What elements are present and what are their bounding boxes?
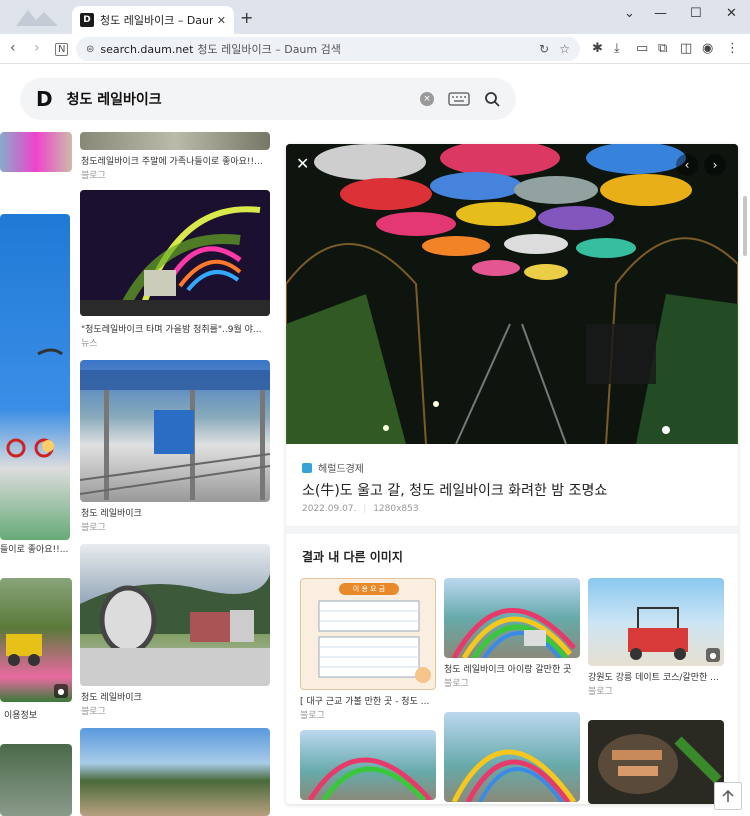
forward-icon[interactable]: › — [34, 40, 40, 56]
tab-bar: D 청도 레일바이크 – Daum 검색 ✕ + ⌄ — ☐ ✕ — [0, 0, 750, 34]
detail-title[interactable]: 소(牛)도 울고 갈, 청도 레일바이크 화려한 밤 조명쇼 — [302, 480, 607, 500]
image-caption[interactable]: 청도 레일바이크 — [81, 690, 271, 703]
detail-size: 1280x853 — [373, 504, 419, 514]
related-heading: 결과 내 다른 이미지 — [302, 550, 403, 564]
related-thumbnail[interactable]: ● — [588, 578, 724, 666]
image-caption[interactable]: 청도레일바이크 주말에 가족나들이로 좋아요!!... — [81, 154, 271, 167]
reload-icon[interactable]: ↻ — [539, 42, 549, 56]
image-thumbnail[interactable]: ● — [0, 578, 72, 702]
search-input[interactable]: 청도 레일바이크 — [67, 89, 406, 109]
daum-favicon-icon: D — [80, 13, 94, 27]
profile-icon[interactable]: ◉ — [702, 41, 713, 56]
address-bar: ‹ › N ⊜ search.daum.net 청도 레일바이크 – Daum … — [0, 34, 750, 64]
detail-date: 2022.09.07. — [302, 504, 357, 514]
screenshot-icon[interactable]: ⧉ — [658, 41, 667, 56]
image-caption[interactable]: "청도레일바이크 타며 가을밤 청취를"..9월 야... — [81, 322, 271, 335]
video-icon[interactable]: ▭ — [636, 41, 648, 56]
image-source: 블로그 — [81, 171, 106, 181]
next-image-button[interactable]: › — [704, 154, 726, 176]
arrow-up-icon — [722, 789, 734, 802]
search-bar[interactable]: D 청도 레일바이크 × — [20, 78, 516, 120]
extensions-icon[interactable]: ✱ — [592, 41, 603, 56]
download-icon[interactable]: ⤓ — [614, 41, 620, 56]
source-logo-icon — [302, 462, 312, 473]
url-rest: 청도 레일바이크 – Daum 검색 — [197, 43, 341, 56]
reader-icon[interactable]: N — [55, 43, 69, 56]
image-caption[interactable]: 들이로 좋아요!!... — [0, 542, 72, 555]
close-window-button[interactable]: ✕ — [726, 6, 737, 21]
url-field[interactable]: ⊜ search.daum.net 청도 레일바이크 – Daum 검색 ↻ ☆ — [76, 37, 580, 61]
map-pin-icon: ● — [706, 648, 720, 662]
new-tab-button[interactable]: + — [240, 8, 253, 27]
image-thumbnail[interactable] — [80, 132, 270, 150]
image-source: 뉴스 — [81, 339, 98, 349]
bookmark-star-icon[interactable]: ☆ — [559, 42, 570, 56]
divider — [286, 526, 738, 534]
tab-search-icon[interactable]: ⌄ — [624, 6, 635, 21]
search-icon[interactable] — [484, 91, 500, 107]
image-source: 블로그 — [81, 523, 106, 533]
related-source: 블로그 — [444, 679, 469, 689]
related-caption[interactable]: [ 대구 근교 가볼 만한 곳 - 청도 ... — [300, 694, 436, 707]
prev-image-button[interactable]: ‹ — [676, 154, 698, 176]
maximize-button[interactable]: ☐ — [690, 6, 702, 21]
tab-decoration-icon — [16, 10, 58, 26]
clear-icon[interactable]: × — [420, 92, 434, 106]
image-thumbnail[interactable] — [80, 544, 270, 686]
menu-icon[interactable]: ⋮ — [726, 41, 739, 56]
image-thumbnail[interactable] — [80, 190, 270, 316]
tab-close-icon[interactable]: ✕ — [217, 14, 226, 27]
image-thumbnail[interactable] — [80, 360, 270, 502]
related-caption[interactable]: 청도 레일바이크 아이랑 갈만한 곳 — [444, 662, 580, 675]
related-thumbnail[interactable] — [300, 730, 436, 800]
results-area: 들이로 좋아요!!... ● 이용정보 청도레일바이크 주말에 가족나들이로 좋… — [0, 132, 750, 816]
related-thumbnail[interactable] — [444, 578, 580, 658]
close-detail-icon[interactable]: ✕ — [296, 154, 309, 173]
sidebar-icon[interactable]: ◫ — [680, 41, 692, 56]
image-thumbnail[interactable] — [0, 132, 72, 172]
image-detail-panel: ✕ ‹ › 헤럴드경제 소(牛)도 울고 갈, 청도 레일바이크 화려한 밤 조… — [286, 144, 738, 804]
image-thumbnail[interactable] — [80, 728, 270, 816]
related-caption[interactable]: 강원도 강릉 데이트 코스/갈만한 ... — [588, 670, 724, 683]
detail-main-image[interactable]: ✕ ‹ › — [286, 144, 738, 444]
image-thumbnail[interactable] — [0, 744, 72, 816]
detail-source-name: 헤럴드경제 — [318, 464, 364, 475]
detail-source[interactable]: 헤럴드경제 — [302, 460, 364, 475]
related-source: 블로그 — [300, 711, 325, 721]
related-thumbnail[interactable] — [444, 712, 580, 802]
daum-logo[interactable]: D — [36, 87, 53, 111]
related-thumbnail[interactable] — [588, 720, 724, 804]
back-icon[interactable]: ‹ — [10, 40, 16, 56]
map-pin-icon: ● — [54, 684, 68, 698]
scroll-to-top-button[interactable] — [714, 782, 742, 810]
keyboard-icon[interactable] — [448, 92, 470, 106]
site-info-icon[interactable]: ⊜ — [86, 44, 94, 55]
scrollbar-thumb[interactable] — [743, 196, 747, 256]
image-caption[interactable]: 청도 레일바이크 — [81, 506, 271, 519]
tab-active[interactable]: D 청도 레일바이크 – Daum 검색 ✕ — [72, 6, 234, 34]
related-source: 블로그 — [588, 687, 613, 697]
image-thumbnail[interactable] — [0, 214, 70, 540]
url-host: search.daum.net — [100, 42, 194, 56]
image-source: 블로그 — [81, 707, 106, 717]
related-thumbnail[interactable]: 이 용 요 금 — [300, 578, 436, 690]
detail-info: 2022.09.07. | 1280x853 — [302, 504, 419, 514]
tab-title: 청도 레일바이크 – Daum 검색 — [100, 14, 213, 27]
minimize-button[interactable]: — — [654, 6, 667, 21]
image-caption[interactable]: 이용정보 — [4, 708, 72, 721]
